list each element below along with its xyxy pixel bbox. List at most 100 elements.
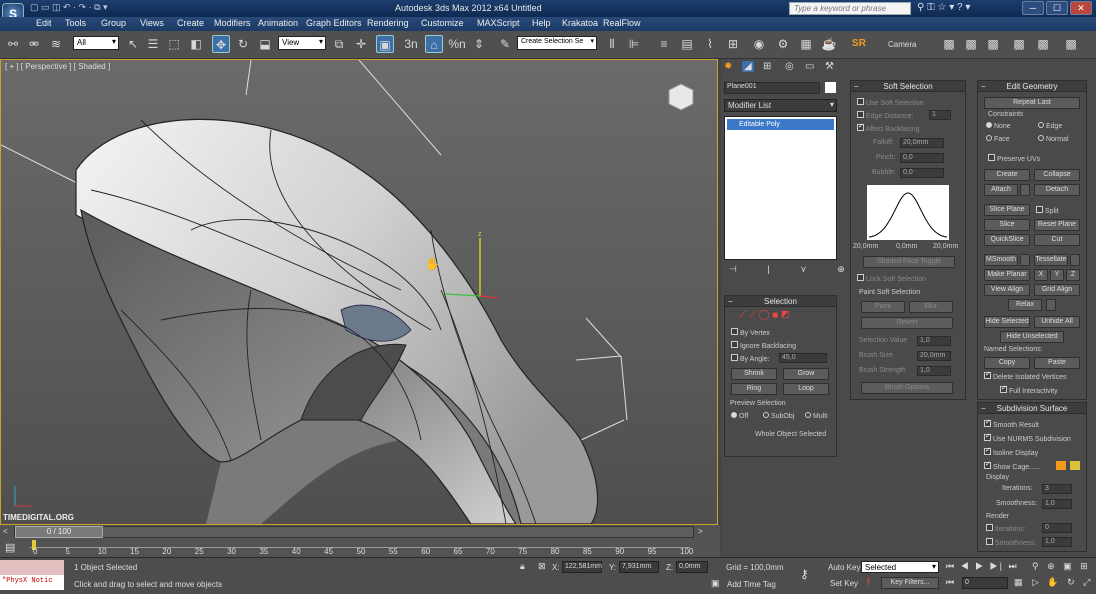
menu-modifiers[interactable]: Modifiers [214, 18, 251, 28]
viewport-scene[interactable]: z ✋ [1, 60, 717, 524]
viewport-nav-controls[interactable]: ⚲ ⊕ ▣ ⊞ [1032, 561, 1091, 572]
key-tangent-icon[interactable]: ⌇ [866, 577, 871, 588]
msmooth-button[interactable]: MSmooth [984, 254, 1018, 266]
curve-editor-mini-icon[interactable]: ▤ [5, 541, 15, 554]
select-manipulate-icon[interactable]: ✛ [352, 35, 370, 53]
smoothness-spinner[interactable]: 1,0 [1042, 499, 1072, 509]
constraint-edge-radio[interactable]: Edge [1038, 122, 1062, 130]
create-button[interactable]: Create [984, 169, 1030, 181]
search-input[interactable]: Type a keyword or phrase [789, 2, 911, 15]
plugin-1-icon[interactable]: ▩ [940, 35, 958, 53]
relax-button[interactable]: Relax [1008, 299, 1042, 311]
x-coordinate-field[interactable]: 122,581mm [562, 561, 602, 573]
by-vertex-option[interactable]: By Vertex [731, 328, 770, 337]
hierarchy-tab-icon[interactable]: ⊞ [763, 61, 771, 72]
layer-manager-icon[interactable]: ≡ [655, 35, 673, 53]
make-planar-button[interactable]: Make Planar [984, 269, 1030, 281]
bind-space-warp-icon[interactable]: ≋ [47, 35, 65, 53]
brush-strength-spinner[interactable]: 1,0 [917, 366, 951, 376]
plugin-2-icon[interactable]: ▩ [962, 35, 980, 53]
key-mode-dropdown[interactable]: Selected [861, 561, 939, 573]
curve-editor-icon[interactable]: ⌇ [701, 35, 719, 53]
constraint-normal-radio[interactable]: Normal [1038, 135, 1069, 143]
split-option[interactable]: Split [1036, 206, 1059, 215]
menu-realflow[interactable]: RealFlow [603, 18, 641, 28]
affect-backfacing-option[interactable]: Affect Backfacing [857, 124, 920, 133]
by-angle-option[interactable]: By Angle: [731, 354, 770, 363]
utilities-tab-icon[interactable]: ⚒ [825, 61, 834, 72]
menu-rendering[interactable]: Rendering [367, 18, 409, 28]
material-editor-icon[interactable]: ◉ [750, 35, 768, 53]
subobject-level-icons[interactable]: ⟋⟋◯■◩ [739, 310, 792, 321]
lock-selection-icon[interactable]: 🔒︎ [520, 561, 525, 572]
slice-button[interactable]: Slice [984, 219, 1030, 231]
select-move-icon[interactable]: ✥ [212, 35, 230, 53]
preview-off-radio[interactable]: Off [731, 412, 748, 420]
time-slider-thumb[interactable]: 0 / 100 [15, 526, 103, 538]
constraint-face-radio[interactable]: Face [986, 135, 1010, 143]
selection-filter-dropdown[interactable]: All [73, 36, 119, 50]
edge-distance-spinner[interactable]: 1 [929, 110, 951, 120]
edit-geometry-rollout-header[interactable]: Edit Geometry [978, 81, 1086, 92]
planar-z-button[interactable]: Z [1066, 269, 1080, 281]
loop-button[interactable]: Loop [783, 383, 829, 395]
render-setup-icon[interactable]: ⚙ [774, 35, 792, 53]
viewport-label[interactable]: [ + ] [ Perspective ] [ Shaded ] [5, 62, 110, 71]
isoline-display-option[interactable]: Isoline Display [984, 448, 1038, 457]
revert-button[interactable]: Revert [861, 317, 953, 329]
window-crossing-icon[interactable]: ◧ [187, 35, 205, 53]
maxscript-mini-listener[interactable]: "PhysX Notic [0, 575, 64, 590]
paste-button[interactable]: Paste [1034, 357, 1080, 369]
attach-settings-button[interactable] [1020, 184, 1030, 196]
relax-settings-button[interactable] [1046, 299, 1056, 311]
detach-button[interactable]: Detach [1034, 184, 1080, 196]
hide-unselected-button[interactable]: Hide Unselected [1000, 331, 1064, 343]
sr-button[interactable]: SR [850, 35, 868, 53]
full-interactivity-option[interactable]: Full Interactivity [1000, 386, 1058, 395]
select-scale-icon[interactable]: ⬓ [256, 35, 274, 53]
ref-coord-dropdown[interactable]: View [278, 36, 326, 50]
cage-color-swatch-2[interactable] [1070, 461, 1080, 470]
y-coordinate-field[interactable]: 7,931mm [619, 561, 659, 573]
falloff-spinner[interactable]: 20,0mm [900, 138, 944, 148]
constraint-none-radio[interactable]: None [986, 122, 1011, 130]
add-time-tag-button[interactable]: Add Time Tag [727, 580, 776, 589]
render-iterations-spinner[interactable]: 0 [1042, 523, 1072, 533]
display-tab-icon[interactable]: ▭ [805, 61, 814, 72]
reset-plane-button[interactable]: Reset Plane [1034, 219, 1080, 231]
cage-color-swatch-1[interactable] [1056, 461, 1066, 470]
menu-edit[interactable]: Edit [36, 18, 52, 28]
quickslice-button[interactable]: QuickSlice [984, 234, 1030, 246]
render-production-icon[interactable]: ☕ [820, 35, 838, 53]
set-key-button[interactable]: Set Key [830, 579, 858, 588]
rect-selection-icon[interactable]: ⬚ [165, 35, 183, 53]
stack-item-editable-poly[interactable]: Editable Poly [727, 119, 834, 130]
minimize-button[interactable]: ─ [1022, 1, 1044, 15]
menu-customize[interactable]: Customize [421, 18, 464, 28]
preview-multi-radio[interactable]: Multi [805, 412, 828, 420]
close-button[interactable]: ✕ [1070, 1, 1092, 15]
preserve-uvs-option[interactable]: Preserve UVs [988, 154, 1040, 163]
slider-prev-icon[interactable]: < [3, 527, 8, 536]
absolute-mode-icon[interactable]: ⊠ [538, 561, 546, 572]
tessellate-settings-button[interactable] [1070, 254, 1080, 266]
unlink-icon[interactable]: ⚮ [25, 35, 43, 53]
paint-button[interactable]: Paint [861, 301, 905, 313]
msmooth-settings-button[interactable] [1020, 254, 1030, 266]
create-tab-icon[interactable]: ✸ [724, 61, 732, 72]
link-icon[interactable]: ⚯ [4, 35, 22, 53]
cut-button[interactable]: Cut [1034, 234, 1080, 246]
spinner-snap-icon[interactable]: ⇕ [470, 35, 488, 53]
view-align-button[interactable]: View Align [984, 284, 1030, 296]
menu-views[interactable]: Views [140, 18, 164, 28]
preview-subobj-radio[interactable]: SubObj [763, 412, 794, 420]
rendered-frame-icon[interactable]: ▦ [797, 35, 815, 53]
shrink-button[interactable]: Shrink [731, 368, 777, 380]
repeat-last-button[interactable]: Repeat Last [984, 97, 1080, 109]
render-smoothness-option[interactable]: Smoothness: [986, 538, 1036, 547]
planar-y-button[interactable]: Y [1050, 269, 1064, 281]
menu-krakatoa[interactable]: Krakatoa [562, 18, 598, 28]
maxscript-listener-top[interactable] [0, 560, 64, 575]
menu-graph-editors[interactable]: Graph Editors [306, 18, 362, 28]
object-name-field[interactable]: Plane001 [724, 82, 820, 94]
